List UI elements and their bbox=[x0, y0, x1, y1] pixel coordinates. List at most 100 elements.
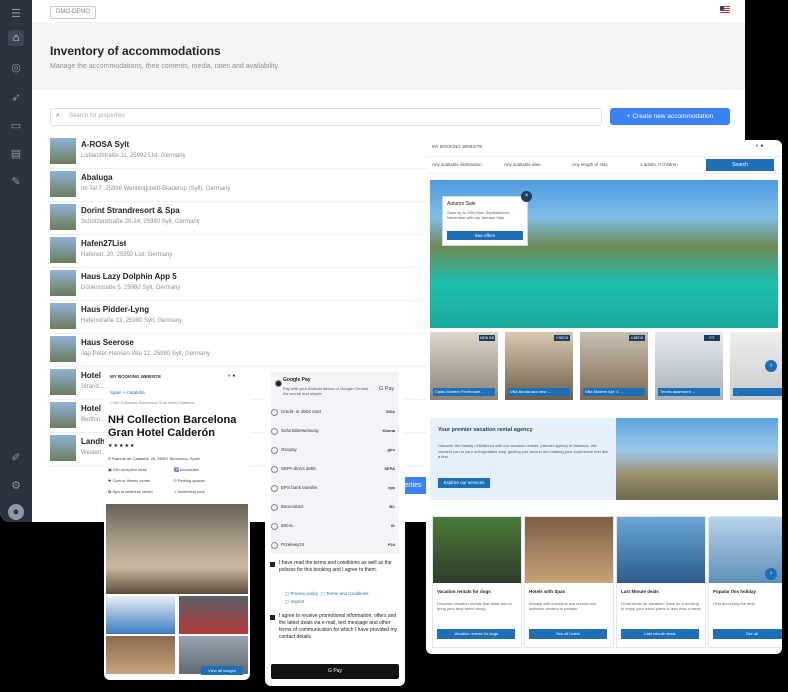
property-name[interactable]: Haus Pidder-Lyng bbox=[81, 305, 149, 314]
property-name[interactable]: Haus Lazy Dolphin App 5 bbox=[81, 272, 177, 281]
language-flag-icon[interactable] bbox=[720, 6, 730, 13]
property-thumbnail[interactable] bbox=[50, 435, 76, 461]
radio-button[interactable] bbox=[271, 523, 278, 530]
user-icon[interactable]: ◐ ● bbox=[228, 373, 235, 379]
card-label[interactable]: Villa Modern Apt. 4 ... bbox=[583, 388, 645, 396]
destination-image[interactable] bbox=[433, 517, 521, 583]
edit-icon[interactable]: ✐ bbox=[8, 450, 24, 466]
monitor-icon[interactable]: ▭ bbox=[8, 118, 24, 134]
radio-button[interactable] bbox=[271, 485, 278, 492]
payment-method[interactable]: Credit- or debit card VISA bbox=[271, 404, 399, 422]
payment-method[interactable]: SEPA direct debit SEPA bbox=[271, 461, 399, 479]
create-accommodation-button[interactable]: + Create new accommodation bbox=[610, 108, 730, 125]
card-label[interactable]: ... bbox=[733, 388, 782, 396]
payment-method-logo: VISA bbox=[385, 409, 395, 414]
card-label[interactable]: Calas Modern Penthouse ... bbox=[433, 388, 495, 396]
search-input[interactable]: ⌕ Search for properties bbox=[50, 108, 602, 126]
property-name[interactable]: Hafen27List bbox=[81, 239, 126, 248]
accommodation-card[interactable]: FIT Tennis apartment ... bbox=[655, 332, 723, 400]
property-name[interactable]: Dorint Strandresort & Spa bbox=[81, 206, 180, 215]
destination-card[interactable]: Last Minute deals Great deals for vacatio… bbox=[616, 516, 706, 648]
policy-link[interactable]: ▢ Privacy policy ▢ Terms and conditions bbox=[285, 590, 368, 597]
radio-button[interactable] bbox=[271, 466, 278, 473]
home-icon[interactable]: ⌂ bbox=[8, 30, 24, 46]
back-link[interactable]: < NH Collection Barcelona Gran Hotel Cal… bbox=[110, 400, 195, 405]
marketing-checkbox[interactable] bbox=[270, 615, 275, 620]
destination-card[interactable]: Vacation rentals for dogs Discover vacati… bbox=[432, 516, 522, 648]
radio-button[interactable] bbox=[271, 504, 278, 511]
payment-method[interactable]: Przelewy24 P24 bbox=[271, 537, 399, 555]
radio-selected[interactable] bbox=[275, 380, 282, 387]
card-label[interactable]: Tennis apartment ... bbox=[658, 388, 720, 396]
google-pay-button[interactable]: G Pay bbox=[271, 664, 399, 679]
avatar-icon[interactable]: ● bbox=[8, 504, 24, 520]
property-name[interactable]: Hotel bbox=[81, 371, 101, 380]
hotel-thumbnail[interactable] bbox=[106, 596, 175, 634]
amenity-item: ≈ Swimming pool bbox=[174, 489, 205, 494]
chevron-right-icon[interactable]: › bbox=[765, 360, 777, 372]
property-name[interactable]: Hotel bbox=[81, 404, 101, 413]
settings-icon[interactable]: ⚙ bbox=[8, 478, 24, 494]
destination-image[interactable] bbox=[617, 517, 705, 583]
destination-button[interactable]: See all bbox=[713, 629, 782, 639]
destination-card[interactable]: Popular this holiday Find and enjoy the b… bbox=[708, 516, 782, 648]
destination-button[interactable]: See all hotels bbox=[529, 629, 607, 639]
radio-button[interactable] bbox=[271, 428, 278, 435]
hotel-thumbnail[interactable] bbox=[179, 596, 248, 634]
payment-method[interactable]: Giropay giro bbox=[271, 442, 399, 460]
date-field[interactable]: Any available date bbox=[504, 160, 541, 170]
hotel-name: NH Collection Barcelona Gran Hotel Calde… bbox=[108, 414, 237, 439]
radio-button[interactable] bbox=[271, 542, 278, 549]
rocket-icon[interactable]: ➶ bbox=[8, 90, 24, 106]
user-icon[interactable]: ◐ ● bbox=[756, 143, 763, 149]
property-thumbnail[interactable] bbox=[50, 369, 76, 395]
property-thumbnail[interactable] bbox=[50, 171, 76, 197]
destination-button[interactable]: Last minute deals bbox=[621, 629, 699, 639]
accommodation-card[interactable]: 4 BEDS Villa Modern Apt. 4 ... bbox=[580, 332, 648, 400]
payment-method[interactable]: iDEAL iD bbox=[271, 518, 399, 536]
property-name[interactable]: Abaluga bbox=[81, 173, 113, 182]
payment-method[interactable]: Sofortüberweisung Klarna bbox=[271, 423, 399, 441]
promo-button[interactable]: See offers bbox=[447, 231, 523, 240]
hotel-thumbnail[interactable] bbox=[106, 636, 175, 674]
property-name[interactable]: Haus Seerose bbox=[81, 338, 134, 347]
guests-field[interactable]: 1 adults, 0 children bbox=[640, 160, 678, 170]
card-label[interactable]: Villa Bonita sea view ... bbox=[508, 388, 570, 396]
chevron-right-icon[interactable]: › bbox=[765, 568, 777, 580]
property-thumbnail[interactable] bbox=[50, 237, 76, 263]
property-thumbnail[interactable] bbox=[50, 138, 76, 164]
breadcrumb[interactable]: Spain > Cataluña bbox=[110, 390, 145, 395]
terms-checkbox[interactable] bbox=[270, 562, 275, 567]
privacy-link[interactable]: Privacy policy bbox=[291, 591, 319, 596]
site-search-button[interactable]: Search bbox=[706, 159, 774, 171]
destination-image[interactable] bbox=[525, 517, 613, 583]
payment-method[interactable]: Bancontact BC bbox=[271, 499, 399, 517]
globe-icon[interactable]: ◎ bbox=[8, 60, 24, 76]
destination-button[interactable]: Vacation rentals for dogs bbox=[437, 629, 515, 639]
property-name[interactable]: Landh bbox=[81, 437, 105, 446]
imprint-link[interactable]: Imprint bbox=[291, 599, 305, 604]
view-images-button[interactable]: View all images bbox=[201, 666, 243, 675]
accommodation-card[interactable]: NEW 5/8 Calas Modern Penthouse ... bbox=[430, 332, 498, 400]
property-thumbnail[interactable] bbox=[50, 336, 76, 362]
payment-method[interactable]: EPS bank transfer eps bbox=[271, 480, 399, 498]
property-thumbnail[interactable] bbox=[50, 270, 76, 296]
destination-field[interactable]: Any available destination bbox=[432, 160, 482, 170]
hotel-main-image[interactable] bbox=[106, 504, 248, 594]
terms-link[interactable]: Terms and conditions bbox=[326, 591, 369, 596]
agency-button[interactable]: Explore our services bbox=[438, 478, 490, 488]
close-icon[interactable]: × bbox=[521, 191, 532, 202]
accommodation-card[interactable]: 2 BEDS Villa Bonita sea view ... bbox=[505, 332, 573, 400]
pin-icon[interactable]: ✎ bbox=[8, 174, 24, 190]
menu-icon[interactable]: ☰ bbox=[8, 6, 24, 22]
property-thumbnail[interactable] bbox=[50, 402, 76, 428]
property-thumbnail[interactable] bbox=[50, 303, 76, 329]
destination-card[interactable]: Hotels with Spas Indulge with luxurious s… bbox=[524, 516, 614, 648]
radio-button[interactable] bbox=[271, 447, 278, 454]
length-field[interactable]: Any length of stay bbox=[572, 160, 608, 170]
folder-icon[interactable]: ▤ bbox=[8, 146, 24, 162]
radio-button[interactable] bbox=[271, 409, 278, 416]
imprint-row[interactable]: ▢ Imprint bbox=[285, 598, 304, 605]
property-thumbnail[interactable] bbox=[50, 204, 76, 230]
property-name[interactable]: A-ROSA Sylt bbox=[81, 140, 129, 149]
